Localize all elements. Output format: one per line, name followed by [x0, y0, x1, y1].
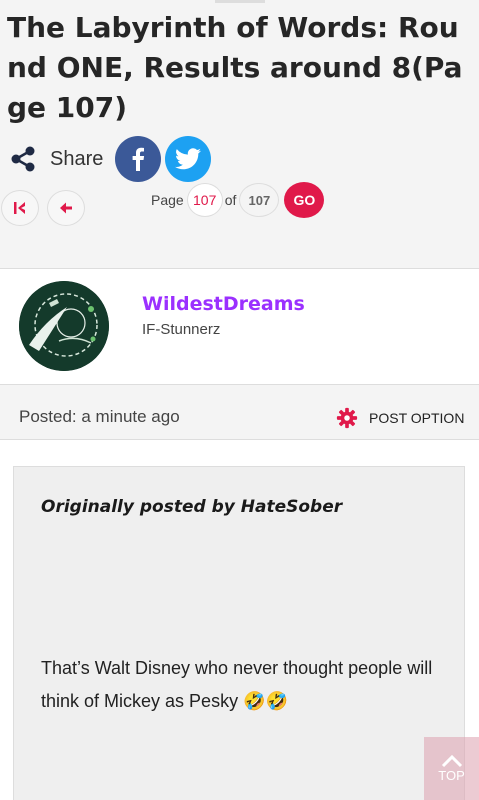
user-profile: WildestDreams IF-Stunnerz: [0, 269, 479, 384]
first-page-icon: [14, 202, 25, 214]
post-body: Originally posted by HateSober That’s Wa…: [0, 440, 479, 800]
thread-title: The Labyrinth of Words: Round ONE, Resul…: [7, 11, 463, 124]
page-label: Page: [151, 192, 184, 208]
page-number-input[interactable]: 107: [186, 183, 223, 217]
scroll-top-label: TOP: [438, 768, 465, 783]
facebook-icon: [132, 147, 145, 171]
chevron-up-icon: [441, 754, 462, 768]
quote-author: Originally posted by HateSober: [41, 497, 343, 517]
post-option-label: POST OPTION: [369, 410, 465, 426]
first-page-button[interactable]: [1, 190, 39, 226]
avatar[interactable]: [19, 281, 109, 371]
twitter-icon: [175, 148, 202, 170]
pagination: Page 107 of 107 GO: [151, 182, 325, 218]
twitter-share-button[interactable]: [165, 136, 212, 182]
total-pages: 107: [239, 183, 280, 217]
quote-block: Originally posted by HateSober That’s Wa…: [13, 466, 465, 800]
user-group: IF-Stunnerz: [142, 321, 221, 338]
post-meta: Posted: a minute ago POST OPTION: [0, 385, 479, 439]
prev-page-button[interactable]: [47, 190, 85, 226]
prev-page-icon: [60, 202, 72, 214]
posted-time: Posted: a minute ago: [19, 407, 180, 426]
scroll-top-button[interactable]: TOP: [424, 737, 479, 800]
go-button[interactable]: GO: [284, 182, 325, 218]
share-icon[interactable]: [10, 145, 38, 173]
share-row: Share: [10, 136, 215, 182]
post-option-button[interactable]: POST OPTION: [336, 407, 464, 429]
share-label: Share: [50, 147, 104, 170]
gear-icon: [336, 407, 358, 429]
of-label: of: [224, 192, 237, 208]
username[interactable]: WildestDreams: [142, 293, 305, 315]
quote-text: That’s Walt Disney who never thought peo…: [41, 658, 433, 711]
top-strip: [215, 0, 265, 3]
avatar-emblem: [19, 281, 109, 371]
facebook-share-button[interactable]: [115, 136, 162, 182]
